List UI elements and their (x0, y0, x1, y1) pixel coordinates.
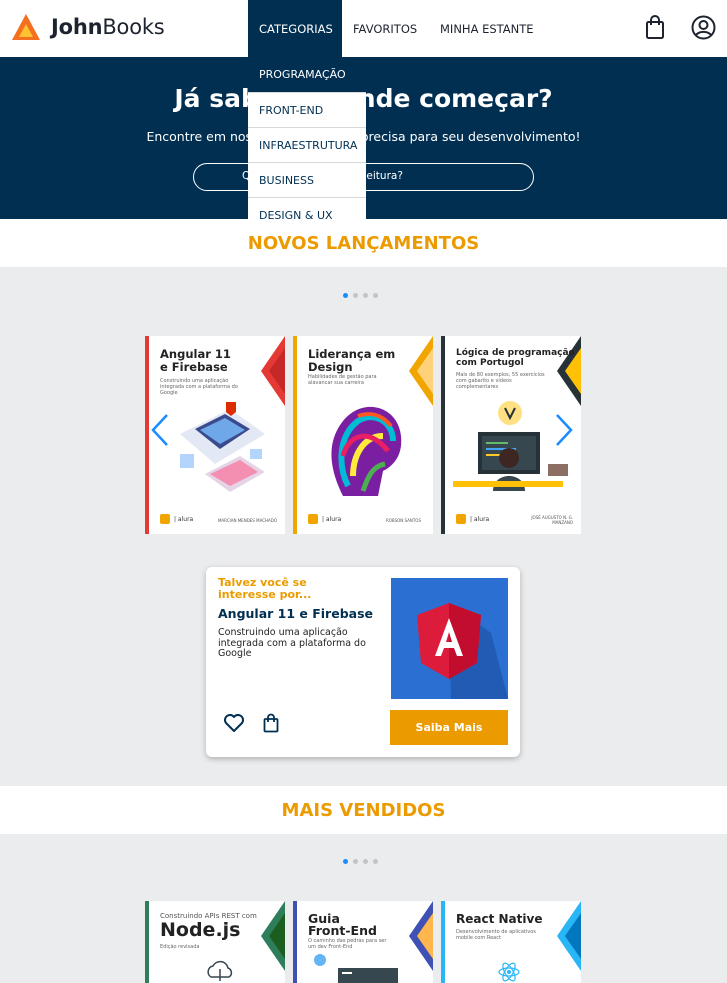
nav-categorias[interactable]: CATEGORIAS (248, 0, 342, 57)
dropdown-item-design-ux[interactable]: DESIGN & UX (248, 197, 366, 232)
cloud-icon (207, 960, 233, 981)
dropdown-item-front-end[interactable]: FRONT-END (248, 92, 366, 127)
chevron-left-icon[interactable] (150, 413, 170, 447)
logo-triangle-icon (12, 14, 40, 40)
card-description: Construindo uma aplicação integrada com … (218, 627, 366, 659)
dropdown-item-business[interactable]: BUSINESS (248, 162, 366, 197)
react-atom-icon (498, 962, 520, 982)
chevron-right-icon[interactable] (554, 413, 574, 447)
angular-logo-icon (417, 603, 508, 699)
book-cover[interactable]: React Native Desenvolvimento de aplicati… (441, 901, 581, 983)
book-spine (145, 901, 149, 983)
colorful-head-illustration-icon (331, 406, 402, 496)
book-publisher: | alura (308, 514, 341, 524)
carousel-dot[interactable] (353, 859, 358, 864)
book-desc: Habilidades de gestão para alavancar sua… (308, 374, 377, 386)
book-author: JOSÉ AUGUSTO N. G. MANZANO (531, 515, 573, 525)
categories-dropdown: PROGRAMAÇÃO FRONT-END INFRAESTRUTURA BUS… (248, 57, 366, 232)
carousel-dot[interactable] (353, 293, 358, 298)
book-corner-tag (557, 901, 581, 971)
user-icon[interactable] (691, 15, 716, 40)
book-title: Guia Front-End (308, 911, 377, 938)
book-title: Angular 11 e Firebase (160, 347, 231, 374)
header: JohnBooks CATEGORIAS FAVORITOS MINHA EST… (0, 0, 727, 57)
dropdown-item-infraestrutura[interactable]: INFRAESTRUTURA (248, 127, 366, 162)
carousel-dot[interactable] (363, 859, 368, 864)
book-title: Liderança em Design (308, 347, 396, 374)
section-vendidos-header: MAIS VENDIDOS (0, 786, 727, 834)
card-image (391, 578, 508, 699)
laptop-illustration-icon (180, 402, 265, 492)
book-cover[interactable]: Liderança em Design Habilidades de gestã… (293, 336, 433, 534)
shopping-bag-icon[interactable] (263, 713, 279, 733)
book-author: MARCIAN MENDES MACHADO (217, 518, 277, 523)
carousel-dot[interactable] (373, 293, 378, 298)
logo[interactable]: JohnBooks (11, 12, 165, 42)
book-spine (293, 336, 297, 534)
section-title-lancamentos: NOVOS LANÇAMENTOS (247, 232, 480, 254)
book-publisher: | alura (160, 514, 193, 524)
card-kicker: Talvez você se interesse por... (218, 576, 312, 601)
browser-illustration-icon (314, 954, 398, 983)
book-desc: Mais de 80 exemplos, 55 exercícios com g… (456, 372, 545, 390)
book-desc: O caminho das pedras para ser um dev Fro… (308, 938, 387, 950)
book-corner-tag (261, 901, 285, 971)
carousel-dots-vendidos (343, 859, 378, 864)
book-publisher: | alura (456, 514, 489, 524)
saiba-mais-button[interactable]: Saiba Mais (390, 710, 508, 745)
shopping-bag-icon[interactable] (645, 15, 665, 40)
book-spine (145, 336, 149, 534)
carousel-dot[interactable] (373, 859, 378, 864)
carousel-dots-lancamentos (343, 293, 378, 298)
book-cover[interactable]: Guia Front-End O caminho das pedras para… (293, 901, 433, 983)
book-title: React Native (456, 912, 543, 926)
book-corner-tag (409, 336, 433, 406)
book-cover[interactable]: Construindo APIs REST com Node.js Edição… (145, 901, 285, 983)
section-title-vendidos: MAIS VENDIDOS (281, 799, 446, 821)
book-spine (441, 901, 445, 983)
book-spine (441, 336, 445, 534)
logo-text: JohnBooks (51, 15, 165, 39)
carousel-dot[interactable] (343, 859, 348, 864)
dropdown-item-programacao[interactable]: PROGRAMAÇÃO (248, 57, 366, 92)
main-nav: CATEGORIAS FAVORITOS MINHA ESTANTE (248, 0, 534, 57)
book-title: Lógica de programação com Portugol (456, 348, 575, 368)
carousel-dot[interactable] (363, 293, 368, 298)
card-title: Angular 11 e Firebase (218, 606, 373, 621)
book-author: ROBSON SANTOS (385, 518, 421, 523)
book-desc: Desenvolvimento de aplicativos mobile co… (456, 929, 536, 941)
recommendation-card: Talvez você se interesse por... Angular … (206, 567, 520, 757)
nav-favoritos[interactable]: FAVORITOS (342, 0, 440, 57)
carousel-dot[interactable] (343, 293, 348, 298)
book-title: Node.js (160, 919, 241, 941)
book-spine (293, 901, 297, 983)
heart-icon[interactable] (223, 713, 245, 733)
book-desc: Edição revisada (160, 944, 200, 950)
nav-minha-estante[interactable]: MINHA ESTANTE (440, 0, 534, 57)
